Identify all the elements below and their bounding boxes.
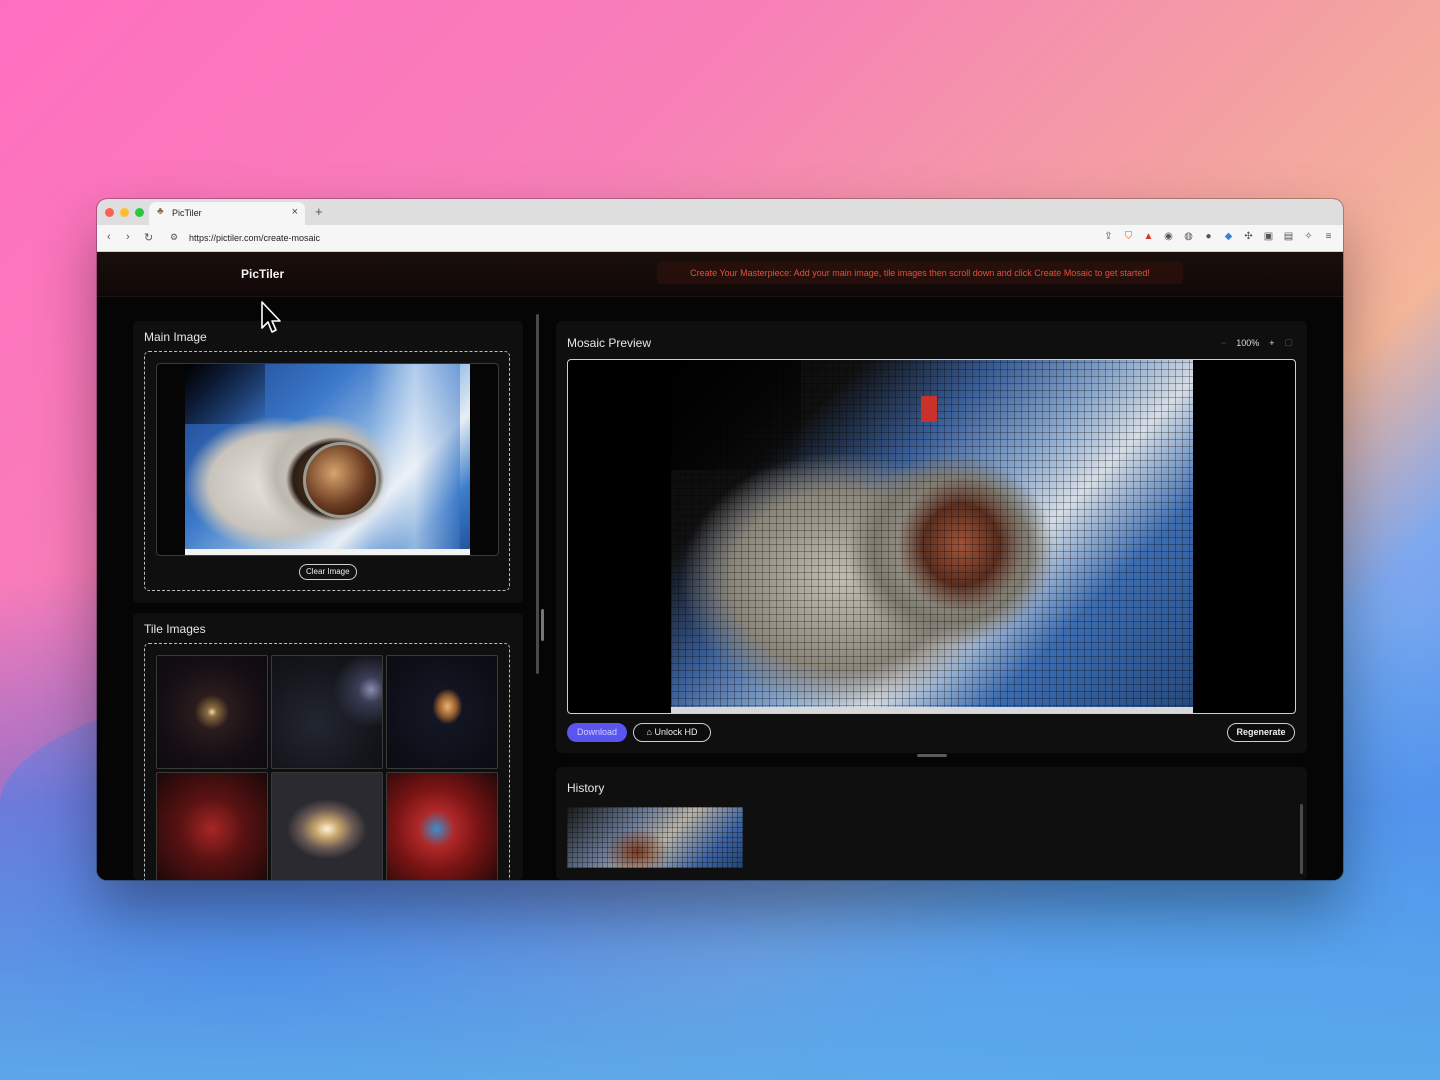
tile-image[interactable] (271, 655, 383, 769)
zoom-controls: − 100% + ▢ (1221, 337, 1293, 348)
menu-icon[interactable]: ≡ (1322, 230, 1335, 243)
mosaic-preview-panel: Mosaic Preview − 100% + ▢ Download ⌂ Unl… (556, 321, 1307, 753)
regenerate-button[interactable]: Regenerate (1227, 723, 1295, 742)
tile-image[interactable] (156, 772, 268, 880)
tile-images-title: Tile Images (144, 622, 206, 636)
browser-tab[interactable]: ♣ PicTiler × (149, 202, 305, 225)
app-logo[interactable]: PicTiler (241, 267, 284, 281)
site-settings-icon[interactable]: ⚙ (170, 232, 178, 243)
rewards-icon[interactable]: ▲ (1142, 230, 1155, 243)
extension-icon[interactable]: ◉ (1162, 230, 1175, 243)
maximize-window-button[interactable] (135, 208, 144, 217)
new-tab-button[interactable]: + (315, 204, 323, 219)
download-button[interactable]: Download (567, 723, 627, 742)
page: PicTiler Create Your Masterpiece: Add yo… (97, 252, 1343, 880)
minimize-window-button[interactable] (120, 208, 129, 217)
share-icon[interactable]: ⇪ (1102, 230, 1115, 243)
resize-handle[interactable] (541, 609, 544, 641)
reload-button[interactable]: ↻ (144, 231, 153, 244)
tile-grid (156, 655, 502, 880)
zoom-level: 100% (1236, 337, 1260, 348)
forward-button[interactable]: › (126, 231, 130, 243)
left-scrollbar[interactable] (536, 314, 539, 674)
main-image-dropzone[interactable]: Clear Image (144, 351, 510, 591)
tile-images-dropzone[interactable] (144, 643, 510, 880)
address-bar[interactable]: https://pictiler.com/create-mosaic (189, 233, 320, 243)
main-image (185, 364, 470, 555)
unlock-hd-button[interactable]: ⌂ Unlock HD (633, 723, 711, 742)
puzzle-icon[interactable]: ✣ (1242, 230, 1255, 243)
tile-image[interactable] (386, 772, 498, 880)
mouse-cursor-icon (261, 301, 281, 333)
panel-resize-grip[interactable] (917, 754, 947, 757)
mosaic-preview-title: Mosaic Preview (567, 336, 652, 350)
top-bar: PicTiler Create Your Masterpiece: Add yo… (97, 252, 1343, 297)
brave-shield-icon[interactable]: ⛉ (1122, 230, 1135, 243)
tab-title: PicTiler (172, 208, 202, 218)
tab-close-icon[interactable]: × (292, 206, 298, 218)
extension-icons: ⇪ ⛉ ▲ ◉ ◍ ● ◆ ✣ ▣ ▤ ✧ ≡ (1102, 230, 1335, 243)
tab-strip: ♣ PicTiler × + (97, 199, 1343, 225)
unlock-hd-label: Unlock HD (654, 727, 698, 737)
back-button[interactable]: ‹ (107, 231, 111, 243)
extension-icon[interactable]: ● (1202, 230, 1215, 243)
tile-image[interactable] (271, 772, 383, 880)
extension-icon[interactable]: ◍ (1182, 230, 1195, 243)
clear-image-button[interactable]: Clear Image (299, 564, 357, 580)
tile-images-panel: Tile Images (133, 613, 523, 880)
favicon-icon: ♣ (157, 206, 164, 217)
tile-image[interactable] (386, 655, 498, 769)
zoom-out-button[interactable]: − (1221, 338, 1226, 348)
sidebar-icon[interactable]: ▣ (1262, 230, 1275, 243)
main-image-panel: Main Image Clear Image (133, 321, 523, 603)
mosaic-image (671, 360, 1193, 713)
history-scrollbar[interactable] (1300, 804, 1303, 874)
tile-image[interactable] (156, 655, 268, 769)
main-image-frame (156, 363, 499, 556)
fullscreen-icon[interactable]: ▢ (1284, 337, 1293, 348)
history-panel: History (556, 767, 1307, 880)
close-window-button[interactable] (105, 208, 114, 217)
extension-icon[interactable]: ◆ (1222, 230, 1235, 243)
history-thumbnail[interactable] (567, 807, 743, 868)
instruction-banner: Create Your Masterpiece: Add your main i… (657, 262, 1183, 284)
browser-toolbar: ‹ › ↻ ⚙ https://pictiler.com/create-mosa… (97, 225, 1343, 252)
zoom-in-button[interactable]: + (1269, 338, 1274, 348)
mosaic-preview-canvas[interactable] (567, 359, 1296, 714)
wallet-icon[interactable]: ▤ (1282, 230, 1295, 243)
main-image-title: Main Image (144, 330, 207, 344)
history-title: History (567, 781, 605, 795)
leo-ai-icon[interactable]: ✧ (1302, 230, 1315, 243)
